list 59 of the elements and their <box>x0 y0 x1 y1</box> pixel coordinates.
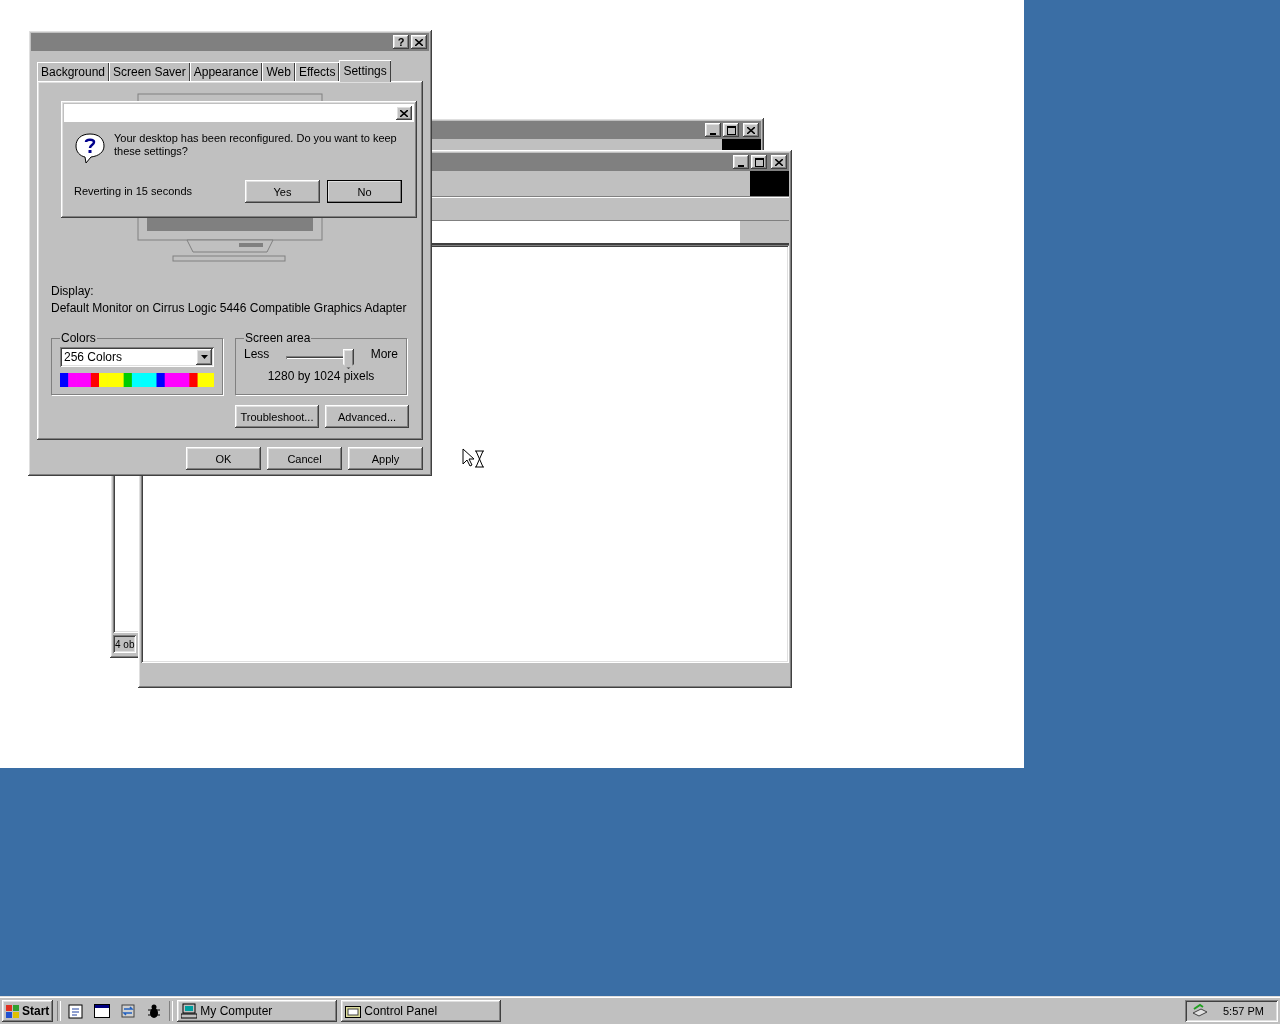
more-label: More <box>370 347 398 361</box>
dialog-button[interactable]: Cancel <box>267 447 342 470</box>
window-icon <box>94 1004 111 1018</box>
maximize-button[interactable] <box>723 123 739 137</box>
minimize-icon <box>710 132 716 135</box>
dropdown-button[interactable] <box>196 349 212 365</box>
maximize-icon <box>754 157 764 167</box>
display-label: Display: <box>51 284 95 298</box>
tab[interactable]: Screen Saver <box>109 62 190 81</box>
network-icon <box>1191 1003 1209 1019</box>
maximize-icon <box>726 125 736 135</box>
group-title: Screen area <box>244 331 312 345</box>
tab[interactable]: Settings <box>339 60 391 82</box>
close-icon <box>415 38 423 46</box>
message-text: Your desktop has been reconfigured. Do you want to keep these settings? <box>114 132 398 159</box>
display-adapter-text: Default Monitor on Cirrus Logic 5446 Compatible Graphics Adapter <box>51 301 408 315</box>
maximize-button[interactable] <box>751 155 767 169</box>
help-button[interactable]: ? <box>393 35 409 49</box>
folder-icon <box>345 1004 362 1018</box>
clock-text: 5:57 PM <box>1223 1005 1264 1017</box>
minimize-button[interactable] <box>705 123 721 137</box>
dialog-button[interactable]: OK <box>186 447 261 470</box>
resolution-text: 1280 by 1024 pixels <box>266 369 376 383</box>
close-button[interactable] <box>411 35 427 49</box>
resolution-slider[interactable] <box>286 349 354 369</box>
dialog-button[interactable]: Troubleshoot... <box>235 405 319 428</box>
dialog-button[interactable]: Advanced... <box>325 405 409 428</box>
less-label: Less <box>244 347 270 361</box>
close-button[interactable] <box>743 123 759 137</box>
tab[interactable]: Background <box>37 62 110 81</box>
windows-logo-icon <box>6 1004 20 1018</box>
taskbar-button[interactable]: My Computer <box>177 1000 338 1022</box>
dialog-button[interactable]: Apply <box>348 447 423 470</box>
tab[interactable]: Appearance <box>189 62 263 81</box>
slider-thumb[interactable] <box>343 349 354 369</box>
countdown-text: Reverting in 15 seconds <box>74 185 193 198</box>
sync-icon <box>120 1003 137 1019</box>
minimize-button[interactable] <box>733 155 749 169</box>
start-button[interactable]: Start <box>2 1000 54 1022</box>
computer-icon <box>181 1003 198 1019</box>
close-icon <box>775 158 783 166</box>
status-text: 4 ob <box>113 635 137 653</box>
bug-icon <box>146 1003 163 1019</box>
close-icon <box>400 109 408 117</box>
close-button[interactable] <box>771 155 787 169</box>
hourglass-cursor-icon <box>462 448 486 468</box>
close-button[interactable] <box>396 106 412 120</box>
taskbar-button[interactable]: Control Panel <box>341 1000 502 1022</box>
close-icon <box>747 126 755 134</box>
tab[interactable]: Web <box>262 62 295 81</box>
dialog-button[interactable]: Yes <box>245 180 320 203</box>
notepad-icon <box>68 1003 85 1019</box>
toolbar-block <box>750 171 789 196</box>
caret-icon <box>200 355 208 359</box>
dialog-button[interactable]: No <box>327 180 402 203</box>
group-title: Colors <box>60 331 97 345</box>
colors-dropdown[interactable]: 256 Colors <box>60 347 214 367</box>
question-icon <box>74 132 106 164</box>
tab[interactable]: Effects <box>294 62 340 81</box>
